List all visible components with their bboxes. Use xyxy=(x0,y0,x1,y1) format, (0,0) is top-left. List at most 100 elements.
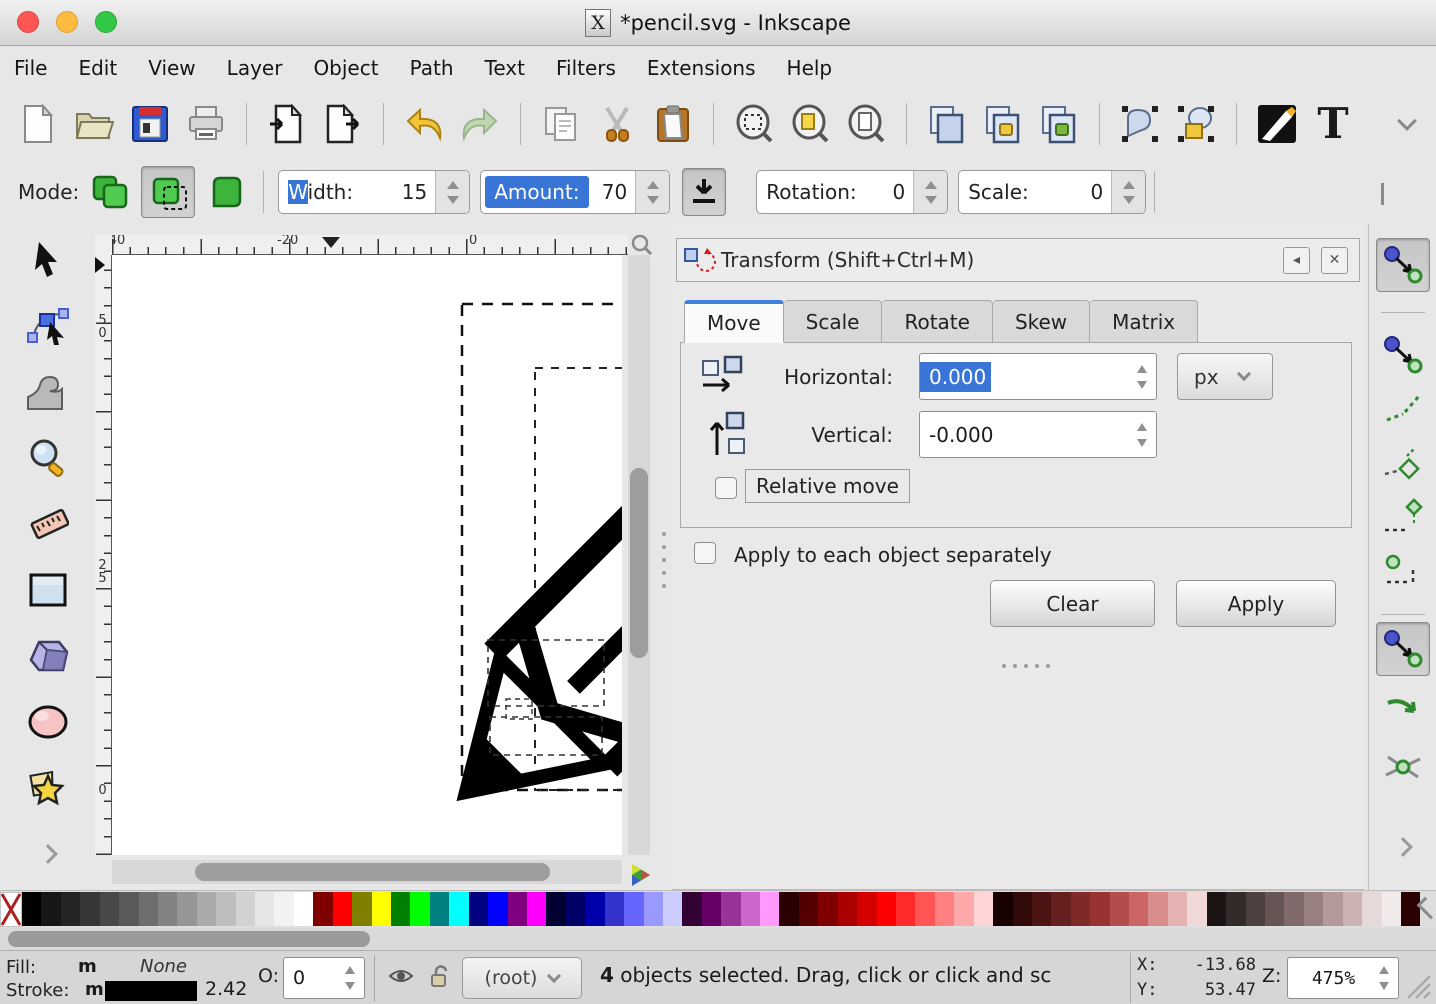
color-swatch[interactable] xyxy=(1071,892,1090,926)
vertical-spinner[interactable] xyxy=(1128,412,1156,457)
tweak-move-mode-button[interactable] xyxy=(87,169,133,215)
color-swatch[interactable] xyxy=(313,892,332,926)
vertical-input[interactable]: -0.000 xyxy=(919,411,1157,458)
color-swatch[interactable] xyxy=(1362,892,1381,926)
color-swatch[interactable] xyxy=(158,892,177,926)
dialog-undock-button[interactable]: ◂ xyxy=(1283,247,1310,274)
tab-skew[interactable]: Skew xyxy=(993,300,1090,343)
color-swatch[interactable] xyxy=(605,892,624,926)
snap-path-intersections-button[interactable] xyxy=(1376,740,1430,794)
opacity-spinner[interactable] xyxy=(336,958,364,998)
menu-path[interactable]: Path xyxy=(410,56,454,80)
color-swatch[interactable] xyxy=(566,892,585,926)
color-swatch[interactable] xyxy=(1265,892,1284,926)
color-swatch[interactable] xyxy=(1304,892,1323,926)
menu-filters[interactable]: Filters xyxy=(556,56,616,80)
tweak-tool-button[interactable] xyxy=(22,370,74,414)
use-pressure-button[interactable] xyxy=(682,168,726,216)
color-swatch[interactable] xyxy=(197,892,216,926)
fill-value[interactable]: None xyxy=(140,956,187,977)
color-swatch[interactable] xyxy=(216,892,235,926)
canvas[interactable] xyxy=(112,255,622,855)
color-swatch[interactable] xyxy=(779,892,798,926)
zoom-tool-button[interactable] xyxy=(22,436,74,480)
menu-view[interactable]: View xyxy=(148,56,195,80)
tweak-scale-mode-button[interactable] xyxy=(203,169,249,215)
color-swatch[interactable] xyxy=(857,892,876,926)
document-open-button[interactable] xyxy=(70,100,118,148)
stroke-width-value[interactable]: 2.42 xyxy=(205,978,247,1000)
color-swatch[interactable] xyxy=(896,892,915,926)
palette-scrollbar[interactable] xyxy=(0,928,1436,950)
scale-value[interactable]: 0 xyxy=(1029,180,1111,204)
color-swatch[interactable] xyxy=(1382,892,1401,926)
scrollbar-thumb[interactable] xyxy=(195,863,550,881)
horizontal-spinner[interactable] xyxy=(1128,354,1156,399)
vertical-value[interactable]: -0.000 xyxy=(920,423,1128,447)
export-button[interactable] xyxy=(319,100,367,148)
scale-spinbox[interactable]: Scale: 0 xyxy=(958,170,1146,214)
color-swatch[interactable] xyxy=(61,892,80,926)
menu-help[interactable]: Help xyxy=(787,56,833,80)
color-swatch[interactable] xyxy=(799,892,818,926)
color-swatch[interactable] xyxy=(333,892,352,926)
scrollbar-thumb[interactable] xyxy=(630,468,648,658)
color-swatch[interactable] xyxy=(449,892,468,926)
zoom-drawing-button[interactable] xyxy=(786,100,834,148)
swatch-none[interactable] xyxy=(0,892,22,926)
horizontal-input[interactable]: 0.000 xyxy=(919,353,1157,400)
panel-splitter-handle[interactable] xyxy=(660,532,668,612)
color-swatch[interactable] xyxy=(1343,892,1362,926)
color-swatch[interactable] xyxy=(80,892,99,926)
select-touched-button[interactable] xyxy=(1172,100,1220,148)
color-swatch[interactable] xyxy=(838,892,857,926)
color-swatch[interactable] xyxy=(1090,892,1109,926)
amount-spinbox[interactable]: Amount: 70 xyxy=(480,170,670,214)
width-spinner[interactable] xyxy=(435,171,469,213)
snap-bounding-box-button[interactable] xyxy=(1376,328,1430,382)
document-new-button[interactable] xyxy=(14,100,62,148)
color-swatch[interactable] xyxy=(702,892,721,926)
color-swatch[interactable] xyxy=(1051,892,1070,926)
dialog-resize-handle[interactable] xyxy=(1002,664,1050,668)
color-swatch[interactable] xyxy=(1187,892,1206,926)
tab-move[interactable]: Move xyxy=(684,300,784,343)
canvas-vertical-scrollbar[interactable] xyxy=(628,255,650,855)
color-swatch[interactable] xyxy=(1323,892,1342,926)
unlink-clone-button[interactable] xyxy=(1035,100,1083,148)
color-swatch[interactable] xyxy=(624,892,643,926)
copy-button[interactable] xyxy=(537,100,585,148)
color-swatch[interactable] xyxy=(1032,892,1051,926)
unit-dropdown[interactable]: px xyxy=(1177,353,1273,400)
color-swatch[interactable] xyxy=(721,892,740,926)
opacity-value[interactable]: 0 xyxy=(284,967,336,989)
import-button[interactable] xyxy=(263,100,311,148)
width-value[interactable]: 15 xyxy=(353,180,435,204)
snap-bbox-centers-button[interactable] xyxy=(1376,544,1430,598)
layer-selector-dropdown[interactable]: (root) xyxy=(462,957,582,999)
document-print-button[interactable] xyxy=(182,100,230,148)
color-swatch[interactable] xyxy=(915,892,934,926)
menu-layer[interactable]: Layer xyxy=(227,56,283,80)
color-swatch[interactable] xyxy=(22,892,41,926)
zoom-spinbox[interactable]: 475% xyxy=(1287,957,1399,999)
snap-bbox-corners-button[interactable] xyxy=(1376,436,1430,490)
measure-tool-button[interactable] xyxy=(22,502,74,546)
color-swatch[interactable] xyxy=(527,892,546,926)
color-managed-view-toggle[interactable] xyxy=(628,862,654,888)
tab-matrix[interactable]: Matrix xyxy=(1090,300,1198,343)
redo-button[interactable] xyxy=(456,100,504,148)
tab-scale[interactable]: Scale xyxy=(784,300,883,343)
color-swatch[interactable] xyxy=(1246,892,1265,926)
apply-each-checkbox[interactable] xyxy=(694,542,716,564)
tab-rotate[interactable]: Rotate xyxy=(882,300,992,343)
snapbar-more-button[interactable] xyxy=(1376,820,1430,874)
color-swatch[interactable] xyxy=(1013,892,1032,926)
ellipse-tool-button[interactable] xyxy=(22,700,74,744)
snap-paths-button[interactable] xyxy=(1376,686,1430,740)
color-swatch[interactable] xyxy=(993,892,1012,926)
color-swatch[interactable] xyxy=(1284,892,1303,926)
color-swatch[interactable] xyxy=(352,892,371,926)
toolbox-more-button[interactable] xyxy=(22,832,74,876)
zoom-spinner[interactable] xyxy=(1370,958,1398,998)
